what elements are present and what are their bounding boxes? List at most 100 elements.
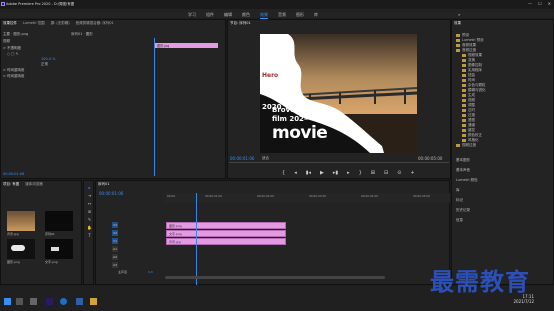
mark-out-icon[interactable]: } xyxy=(359,170,362,176)
folder-icon xyxy=(462,78,466,82)
track-target-v3[interactable]: V3 xyxy=(112,222,118,228)
tab-lumetri-scopes[interactable]: Lumetri 范围 xyxy=(23,21,45,26)
track-a2: A2 xyxy=(108,254,450,262)
tab-audio-mixer[interactable]: 音频剪辑混合器: 序列01 xyxy=(76,21,114,26)
fx-opacity-row[interactable]: > 不透明度 xyxy=(3,46,21,51)
timeline-ruler[interactable]: 00:00 00:00:01:00 00:00:02:00 00:00:03:0… xyxy=(165,193,450,203)
task-view-icon[interactable] xyxy=(30,298,37,305)
pen-tool-icon[interactable]: ✎ xyxy=(87,217,92,222)
workspace-tab[interactable]: 库 xyxy=(314,12,318,19)
ruler-tick: 00:00:03:00 xyxy=(309,194,327,198)
timeline-playhead[interactable] xyxy=(196,193,197,285)
effects-folder-label: 视频过渡 xyxy=(462,143,476,147)
workspace-tab[interactable]: 组件 xyxy=(206,12,214,19)
master-track-label: 主声道 xyxy=(118,270,128,274)
fx-time-remap-row[interactable]: > 时间重映射 xyxy=(3,68,25,73)
project-item-thumb[interactable] xyxy=(45,211,73,231)
project-item-thumb[interactable] xyxy=(45,239,73,259)
step-back-icon[interactable]: ◂ xyxy=(294,170,297,176)
timeline-scrollbar[interactable] xyxy=(165,276,385,279)
folder-icon xyxy=(462,58,466,62)
export-frame-icon[interactable]: ⊙ xyxy=(397,170,401,176)
timeline-timecode[interactable]: 00:00:01:06 xyxy=(99,191,123,196)
track-target-v1[interactable]: V1 xyxy=(112,238,118,244)
start-icon[interactable] xyxy=(4,298,11,305)
side-panel-tab[interactable]: Lumetri 颜色 xyxy=(456,178,478,183)
go-to-out-icon[interactable]: ▸▮ xyxy=(333,170,338,176)
program-zoom-select[interactable]: 适合 xyxy=(262,156,269,161)
workspace-tab[interactable]: 音频 xyxy=(278,12,286,19)
taskbar-date: 2021/7/12 xyxy=(513,299,534,304)
project-item-thumb[interactable] xyxy=(7,239,35,259)
edge-icon[interactable] xyxy=(60,298,67,305)
hand-tool-icon[interactable]: ✋ xyxy=(87,225,92,230)
word-icon[interactable] xyxy=(76,298,83,305)
fx-opacity-value[interactable]: 100.0 % xyxy=(41,57,55,61)
folder-icon xyxy=(462,133,466,137)
side-panel-tab[interactable]: 库 xyxy=(456,188,460,193)
window-title: Adobe Premiere Pro 2020 - D:\秀图\有图 xyxy=(6,2,75,6)
effects-folder-label: 音频过渡 xyxy=(462,48,476,52)
maximize-button[interactable]: ☐ xyxy=(538,1,542,6)
fx-blend-mode[interactable]: 正常 xyxy=(41,62,48,67)
program-video-frame[interactable]: Hero 2020 Brove 0 film 202— movie xyxy=(260,34,417,153)
lift-icon[interactable]: ⊞ xyxy=(371,170,375,176)
premiere-taskbar-icon[interactable] xyxy=(46,298,53,305)
type-tool-icon[interactable]: T xyxy=(87,233,92,238)
workspace-tab[interactable]: 图形 xyxy=(296,12,304,19)
fx-playhead[interactable] xyxy=(154,38,155,176)
workspace-tab[interactable]: 学习 xyxy=(188,12,196,19)
workspace-tabs: 学习 组件 编辑 颜色 效果 音频 图形 库 xyxy=(188,12,318,19)
ripple-edit-tool-icon[interactable]: ↔ xyxy=(87,201,92,206)
fx-mask-tools[interactable]: ○ □ ✎ xyxy=(7,52,19,56)
project-item-thumb[interactable] xyxy=(7,211,35,231)
tab-project[interactable]: 项目: 有图 xyxy=(3,182,19,187)
premiere-app-icon xyxy=(1,2,5,6)
track-target-a1[interactable]: A1 xyxy=(112,246,118,252)
timeline-clip-v3[interactable]: 图形.png xyxy=(166,222,286,229)
tab-effect-controls[interactable]: 效果控件 xyxy=(3,21,17,26)
fx-timecode[interactable]: 00:00:01:06 xyxy=(3,172,24,176)
workspace-tab[interactable]: 颜色 xyxy=(242,12,250,19)
minimize-button[interactable]: — xyxy=(528,1,532,6)
effects-folder-item[interactable]: 视频过渡 xyxy=(456,143,476,148)
program-timecode[interactable]: 00:00:01:06 xyxy=(230,156,254,161)
mark-in-icon[interactable]: { xyxy=(282,170,285,176)
side-panel-tab[interactable]: 基本声音 xyxy=(456,168,470,173)
track-target-a3[interactable]: A3 xyxy=(112,262,118,268)
effects-folder-label: 调整 xyxy=(468,103,475,107)
add-button-icon[interactable]: + xyxy=(410,170,414,176)
ruler-tick: 00:00:05:00 xyxy=(413,194,431,198)
side-panel-tab[interactable]: 基本图形 xyxy=(456,158,470,163)
tab-source[interactable]: 源: (无剪辑) xyxy=(51,21,70,26)
effects-folder-label: 视频 xyxy=(468,98,475,102)
track-target-a2[interactable]: A2 xyxy=(112,254,118,260)
tab-effects[interactable]: 效果 xyxy=(454,21,461,26)
master-volume-value[interactable]: 0.0 xyxy=(148,270,153,274)
close-button[interactable]: ✕ xyxy=(548,1,551,6)
timeline-clip-v1[interactable]: 背景.jpg xyxy=(166,238,286,245)
side-panel-tab[interactable]: 历史记录 xyxy=(456,208,470,213)
side-panel-tab[interactable]: 信息 xyxy=(456,218,463,223)
selection-tool-icon[interactable]: ▸ xyxy=(87,185,92,190)
extract-icon[interactable]: ⊟ xyxy=(384,170,388,176)
track-v1: V1 背景.jpg xyxy=(108,238,450,246)
track-select-tool-icon[interactable]: ⇥ xyxy=(87,193,92,198)
tab-sequence[interactable]: 序列01 xyxy=(98,182,109,187)
tab-program[interactable]: 节目: 序列01 xyxy=(230,21,251,26)
workspace-overflow-icon[interactable]: » xyxy=(458,12,460,17)
timeline-clip-v2[interactable]: 文字.png xyxy=(166,230,286,237)
tab-media-browser[interactable]: 媒体浏览器 xyxy=(25,182,43,187)
track-target-v2[interactable]: V2 xyxy=(112,230,118,236)
razor-tool-icon[interactable]: ⊞ xyxy=(87,209,92,214)
side-panel-tab[interactable]: 标记 xyxy=(456,198,463,203)
play-icon[interactable]: ▶ xyxy=(320,170,324,176)
search-icon[interactable] xyxy=(16,298,23,305)
go-to-in-icon[interactable]: ▮◂ xyxy=(306,170,311,176)
file-explorer-icon[interactable] xyxy=(90,298,97,305)
fx-time-remap-row-2[interactable]: > 时间重映射 xyxy=(3,74,25,79)
program-scrub-bar[interactable] xyxy=(229,162,449,163)
step-forward-icon[interactable]: ▸ xyxy=(347,170,350,176)
workspace-tab[interactable]: 编辑 xyxy=(224,12,232,19)
workspace-tab-active[interactable]: 效果 xyxy=(260,12,268,19)
